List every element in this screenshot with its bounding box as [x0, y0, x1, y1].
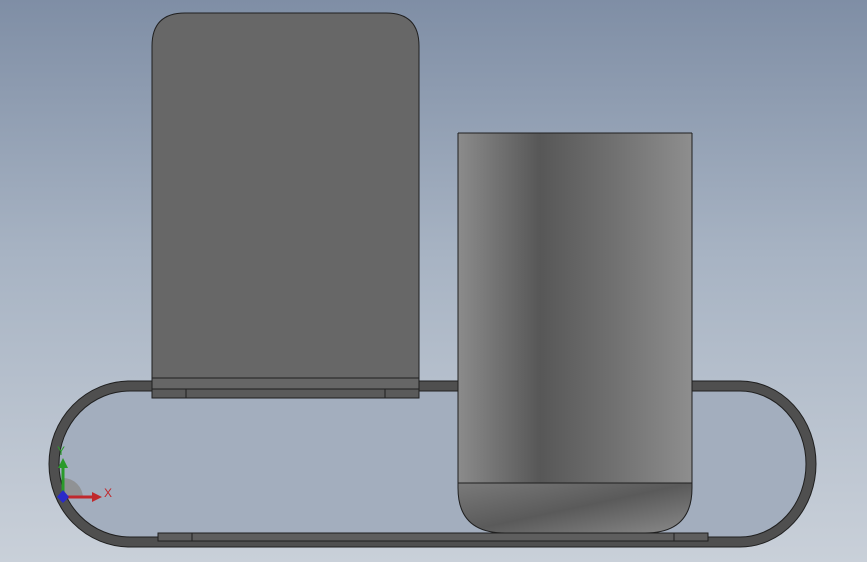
y-axis-label: Y: [57, 444, 65, 458]
conveyor-belt[interactable]: [48, 380, 817, 548]
cad-viewport[interactable]: X Y: [0, 0, 867, 562]
block-base-plate[interactable]: [151, 388, 420, 399]
model-view: X Y: [48, 12, 817, 548]
rectangular-block[interactable]: [151, 12, 420, 390]
x-axis-label: X: [104, 486, 112, 500]
bottom-plate[interactable]: [157, 532, 709, 542]
cylinder[interactable]: [457, 132, 693, 534]
